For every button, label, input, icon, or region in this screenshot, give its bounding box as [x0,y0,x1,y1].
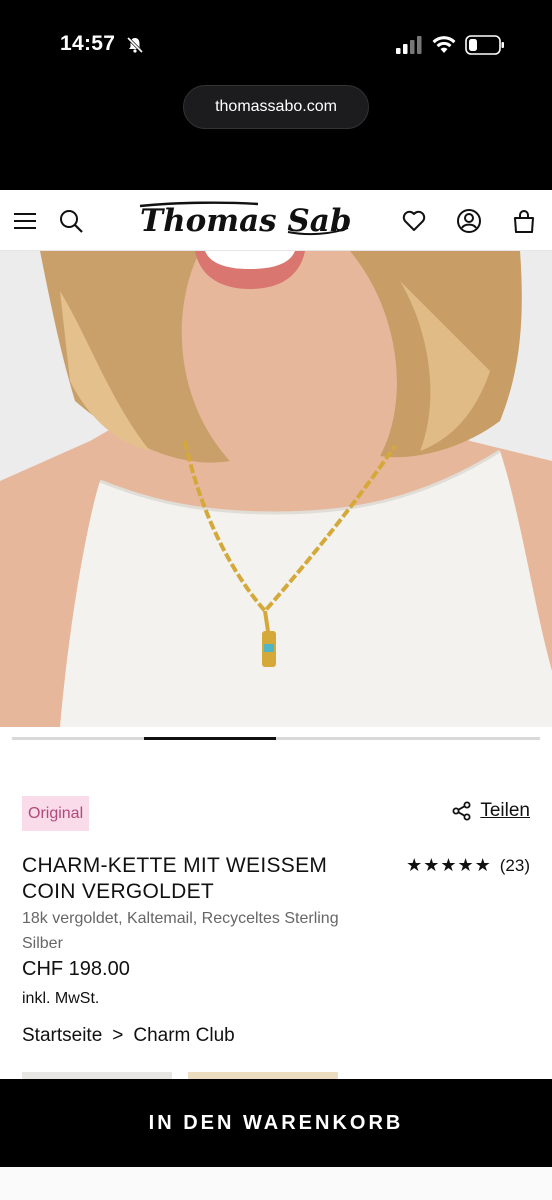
rating-stars: ★★★★★ [406,855,492,875]
original-badge: Original [22,796,90,831]
product-rating[interactable]: ★★★★★ (23) [406,855,530,876]
product-price: CHF 198.00 [22,958,130,980]
battery-icon [465,35,504,55]
rating-count: (23) [499,855,530,875]
status-time: 14:57 [60,32,116,55]
share-label: Teilen [480,800,530,821]
carousel-indicator[interactable] [12,737,540,740]
account-icon[interactable] [456,208,482,234]
url-bar[interactable]: thomassabo.com [183,85,369,129]
model-photo [0,251,552,727]
breadcrumb-category[interactable]: Charm Club [133,1025,234,1047]
share-icon [452,801,471,821]
product-title: CHARM-KETTE MIT WEISSEM COIN VERGOLDET [22,854,328,903]
cell-signal-icon [396,36,422,54]
thumbnail-1[interactable] [22,1072,172,1079]
product-material: 18k vergoldet, Kaltemail, Recyceltes Ste… [22,910,339,952]
breadcrumb-separator: > [112,1025,124,1046]
bottom-safe-area [0,1167,552,1200]
site-header: Thomas Sabo [0,190,552,251]
breadcrumb-home[interactable]: Startseite [22,1025,102,1047]
status-bar: 14:57 thomassabo.com [0,0,552,190]
wifi-icon [432,36,456,53]
thumbnail-2[interactable] [188,1072,338,1079]
tax-note: inkl. MwSt. [22,990,100,1007]
heart-icon[interactable] [401,208,427,234]
search-icon[interactable] [58,208,84,234]
brand-logo[interactable]: Thomas Sabo [138,198,350,242]
add-to-cart-button[interactable]: IN DEN WARENKORB [0,1079,552,1167]
breadcrumb: Startseite > Charm Club [22,1025,235,1047]
bell-muted-icon [126,36,144,54]
product-image[interactable] [0,251,552,727]
share-button[interactable]: Teilen [452,800,530,822]
menu-icon[interactable] [12,208,38,234]
carousel-active-segment [144,737,276,740]
bag-icon[interactable] [511,208,537,234]
